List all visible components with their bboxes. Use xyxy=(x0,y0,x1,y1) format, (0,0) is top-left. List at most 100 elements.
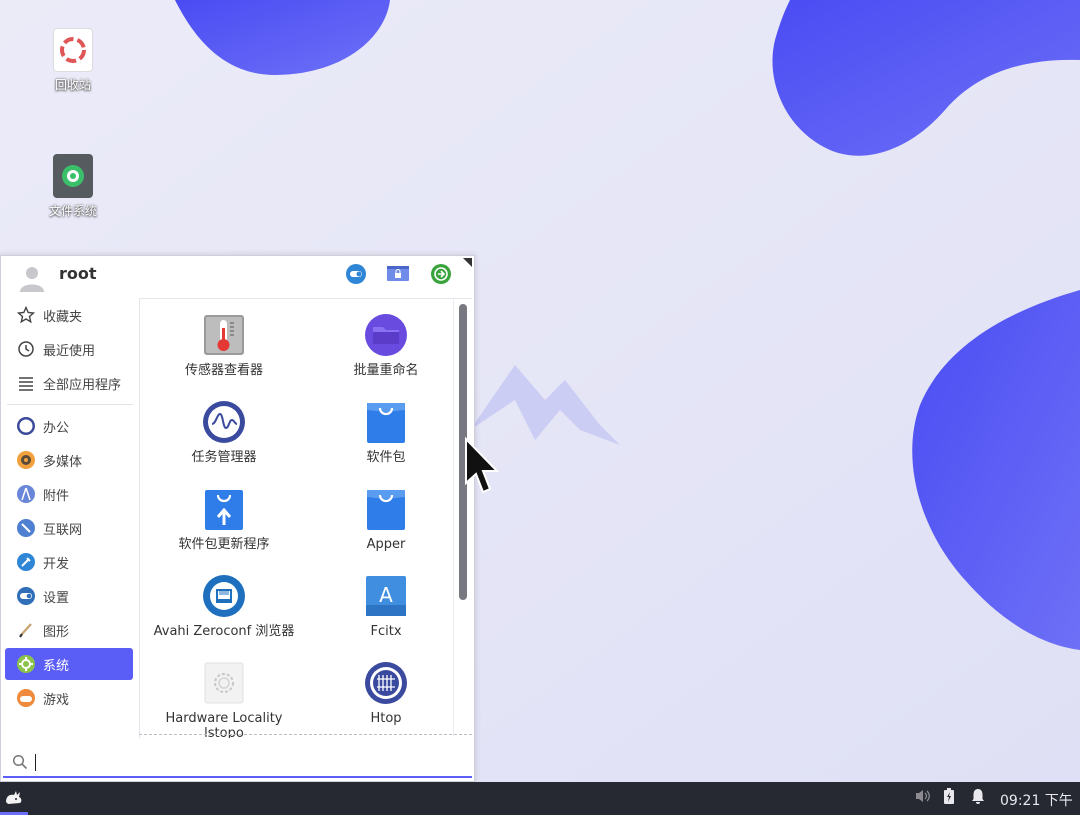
sidebar-item-label: 设置 xyxy=(43,590,70,606)
sidebar-item-games[interactable]: 游戏 xyxy=(5,682,133,714)
app-label: 软件包 xyxy=(366,450,406,465)
sidebar-item-favorites[interactable]: 收藏夹 xyxy=(5,299,133,331)
sidebar-divider xyxy=(7,404,133,405)
toggle-icon xyxy=(345,263,367,289)
sidebar-item-label: 全部应用程序 xyxy=(43,377,122,393)
settings-icon xyxy=(15,585,37,607)
app-bulk-rename[interactable]: 批量重命名 xyxy=(303,313,469,378)
category-sidebar: 收藏夹 最近使用 全部应用程序 办公 多媒体 附件 互联网 开发 设置 图形 系… xyxy=(1,298,137,738)
sidebar-item-recent[interactable]: 最近使用 xyxy=(5,333,133,365)
sidebar-item-all-apps[interactable]: 全部应用程序 xyxy=(5,367,133,399)
notification-bell-icon xyxy=(970,787,986,809)
filesystem-icon xyxy=(53,154,93,198)
desktop-filesystem[interactable]: 文件系统 xyxy=(28,154,118,219)
sidebar-item-label: 办公 xyxy=(43,420,70,436)
logout-button[interactable] xyxy=(429,263,453,289)
sidebar-item-label: 开发 xyxy=(43,556,70,572)
menu-header: root xyxy=(1,256,474,298)
logout-icon xyxy=(430,263,452,289)
clock[interactable]: 09:21 下午 xyxy=(1000,790,1073,810)
sidebar-item-multimedia[interactable]: 多媒体 xyxy=(5,444,133,476)
package-update-icon xyxy=(202,487,246,531)
app-label: 批量重命名 xyxy=(353,363,419,378)
app-htop[interactable]: Htop xyxy=(303,661,469,726)
internet-icon xyxy=(15,517,37,539)
mouse-pointer-icon xyxy=(465,437,500,494)
clock-icon xyxy=(15,338,37,360)
list-icon xyxy=(15,372,37,394)
app-label: Avahi Zeroconf 浏览器 xyxy=(153,624,295,639)
search-icon xyxy=(12,754,28,774)
lock-screen-button[interactable] xyxy=(386,265,410,287)
sidebar-item-label: 多媒体 xyxy=(43,454,83,470)
thermometer-icon xyxy=(202,313,246,357)
app-grid: 传感器查看器 批量重命名 任务管理器 软件包 软件包更新程序 Apper Ava… xyxy=(139,298,472,738)
sidebar-item-label: 图形 xyxy=(43,624,70,640)
app-label: 任务管理器 xyxy=(191,450,257,465)
notification-button[interactable] xyxy=(968,788,988,808)
start-menu-button[interactable] xyxy=(0,782,28,815)
sidebar-item-graphics[interactable]: 图形 xyxy=(5,614,133,646)
sidebar-item-office[interactable]: 办公 xyxy=(5,410,133,442)
task-manager-icon xyxy=(202,400,246,444)
sidebar-item-development[interactable]: 开发 xyxy=(5,546,133,578)
app-apper[interactable]: Apper xyxy=(303,487,469,552)
folder-icon xyxy=(364,313,408,357)
development-icon xyxy=(15,551,37,573)
office-icon xyxy=(15,415,37,437)
hardware-gear-icon xyxy=(202,661,246,705)
search-input[interactable] xyxy=(33,752,453,774)
app-avahi-zeroconf[interactable]: Avahi Zeroconf 浏览器 xyxy=(141,574,307,639)
star-icon xyxy=(15,304,37,326)
games-icon xyxy=(15,687,37,709)
sidebar-item-label: 游戏 xyxy=(43,692,70,708)
sidebar-item-label: 互联网 xyxy=(43,522,83,538)
sidebar-item-internet[interactable]: 互联网 xyxy=(5,512,133,544)
package-bag-icon xyxy=(364,400,408,444)
sidebar-item-settings[interactable]: 设置 xyxy=(5,580,133,612)
app-label: 软件包更新程序 xyxy=(178,537,270,552)
lock-screen-icon xyxy=(386,264,410,288)
network-browser-icon xyxy=(202,574,246,618)
resize-corner[interactable] xyxy=(463,258,472,267)
desktop-trash[interactable]: 回收站 xyxy=(28,28,118,93)
app-software-package[interactable]: 软件包 xyxy=(303,400,469,465)
apper-bag-icon xyxy=(364,487,408,531)
sidebar-item-label: 最近使用 xyxy=(43,343,96,359)
trash-icon xyxy=(53,28,93,72)
app-hardware-locality[interactable]: Hardware Locality lstopo xyxy=(141,661,307,738)
username: root xyxy=(59,264,97,283)
app-task-manager[interactable]: 任务管理器 xyxy=(141,400,307,465)
app-label: Htop xyxy=(370,711,402,726)
text-caret xyxy=(35,754,36,771)
app-fcitx[interactable]: A Fcitx xyxy=(303,574,469,639)
app-label: 传感器查看器 xyxy=(184,363,263,378)
taskbar: 09:21 下午 xyxy=(0,782,1080,815)
user-avatar-icon xyxy=(16,262,48,294)
battery-icon xyxy=(942,787,956,809)
svg-text:A: A xyxy=(379,583,393,607)
volume-button[interactable] xyxy=(913,788,933,808)
sidebar-item-label: 系统 xyxy=(43,658,70,674)
application-menu: root 收藏夹 最近使用 全部应用程序 办公 多媒体 附件 互联网 开发 设置… xyxy=(0,255,475,782)
htop-icon xyxy=(364,661,408,705)
desktop-icon-label: 文件系统 xyxy=(48,204,97,218)
search-bar xyxy=(3,748,472,778)
fcitx-keyboard-icon: A xyxy=(364,574,408,618)
sidebar-item-label: 收藏夹 xyxy=(43,309,83,325)
desktop-icon-label: 回收站 xyxy=(54,78,91,92)
app-package-updater[interactable]: 软件包更新程序 xyxy=(141,487,307,552)
sidebar-item-system[interactable]: 系统 xyxy=(5,648,133,680)
start-logo-icon xyxy=(4,788,24,810)
volume-icon xyxy=(914,788,932,808)
app-sensor-viewer[interactable]: 传感器查看器 xyxy=(141,313,307,378)
toggle-button[interactable] xyxy=(344,263,368,289)
accessories-icon xyxy=(15,483,37,505)
sidebar-item-accessories[interactable]: 附件 xyxy=(5,478,133,510)
sidebar-item-label: 附件 xyxy=(43,488,70,504)
grid-bottom-edge xyxy=(139,734,472,735)
battery-button[interactable] xyxy=(939,788,959,808)
app-label: Apper xyxy=(366,537,406,552)
graphics-icon xyxy=(15,619,37,641)
system-icon xyxy=(15,653,37,675)
